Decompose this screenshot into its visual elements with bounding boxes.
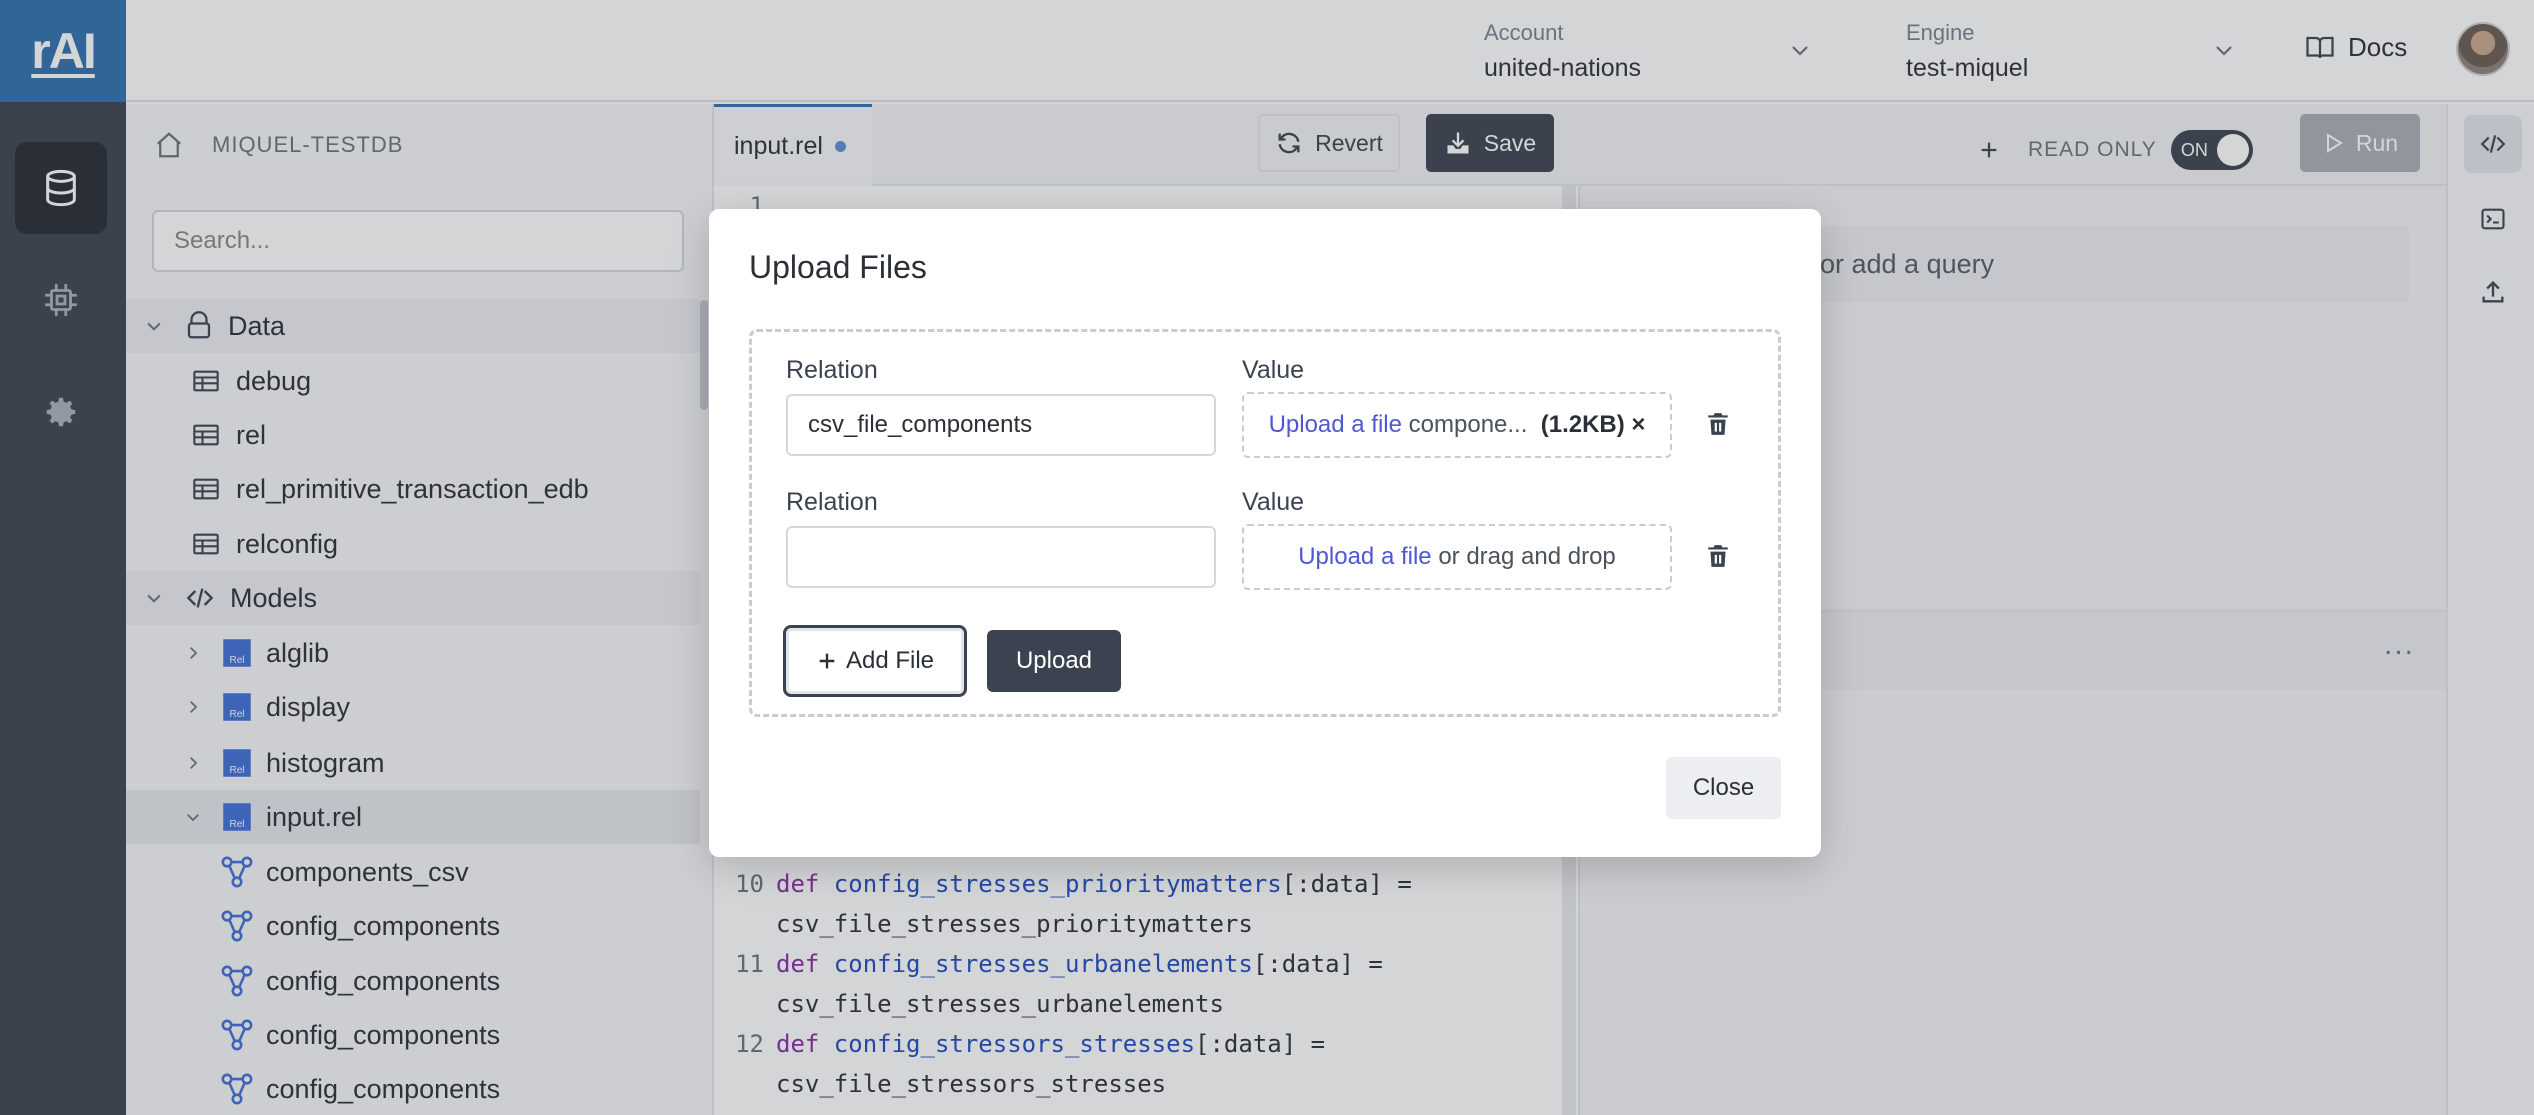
relation-label: Relation [786,488,878,516]
upload-file-link[interactable]: Upload a file [1269,411,1402,439]
relation-label: Relation [786,356,878,384]
delete-row-button[interactable] [1700,406,1736,442]
plus-icon [819,653,835,669]
file-value-box[interactable]: Upload a file or drag and drop [1242,524,1672,590]
upload-file-link[interactable]: Upload a file [1298,543,1431,571]
dialog-title: Upload Files [749,249,927,285]
file-name: compone... [1408,411,1528,438]
upload-files-dialog: Upload Files Relation Value csv_file_com… [709,209,1821,857]
remove-file-button[interactable]: × [1631,411,1645,439]
add-file-label: Add File [845,647,935,674]
value-label: Value [1242,488,1305,516]
trash-icon [1708,413,1728,435]
file-size: (1.2KB) [1540,411,1625,438]
drag-drop-text: or drag and drop [1438,543,1616,570]
relation-input[interactable] [786,526,1216,588]
value-label: Value [1242,356,1305,384]
trash-icon [1708,545,1728,567]
relation-input[interactable]: csv_file_components [786,394,1216,456]
delete-row-button[interactable] [1700,538,1736,574]
file-value-box[interactable]: Upload a file compone... (1.2KB) × [1242,392,1672,458]
upload-button[interactable]: Upload [987,630,1121,692]
close-button[interactable]: Close [1666,757,1781,819]
add-file-button[interactable]: Add File [783,625,967,697]
